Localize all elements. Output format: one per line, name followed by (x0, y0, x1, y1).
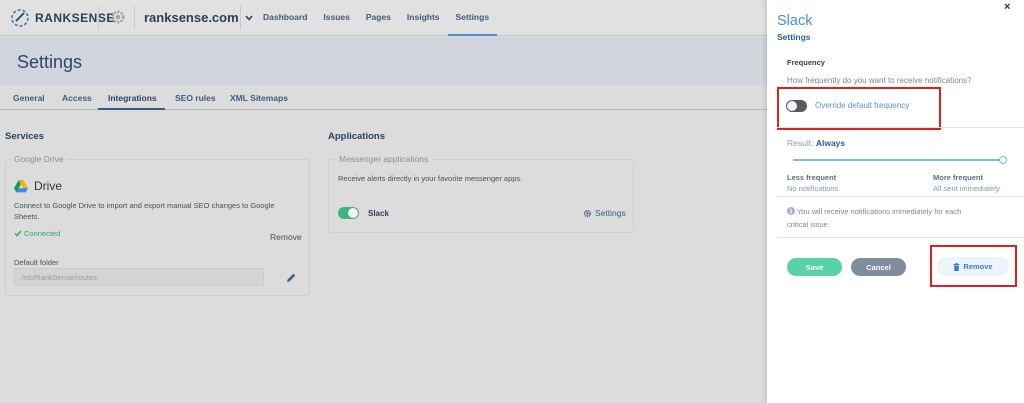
close-icon[interactable]: × (1004, 1, 1010, 13)
info-icon (787, 207, 795, 215)
slack-settings-label: Settings (595, 208, 626, 218)
tab-xml-sitemaps[interactable]: XML Sitemaps (230, 93, 288, 103)
drive-description: Connect to Google Drive to import and ex… (14, 200, 275, 222)
messenger-apps-legend: Messenger applications (336, 154, 432, 164)
gear-icon (583, 209, 592, 217)
save-button[interactable]: Save (787, 258, 842, 276)
nav-link-insights[interactable]: Insights (399, 0, 448, 36)
tab-access[interactable]: Access (62, 93, 92, 103)
nav-link-pages[interactable]: Pages (358, 0, 399, 36)
services-heading: Services (5, 131, 45, 142)
check-icon (14, 230, 22, 237)
default-folder-label: Default folder (14, 258, 59, 267)
more-frequent-info: More frequent All sent immediately (933, 172, 1000, 194)
panel-divider (777, 127, 1024, 128)
active-tab-indicator (98, 108, 165, 110)
less-frequent-title: Less frequent (787, 173, 837, 182)
pencil-icon[interactable] (284, 271, 298, 285)
nav-link-dashboard[interactable]: Dashboard (255, 0, 315, 36)
brand-logo[interactable]: RANKSENSE (10, 8, 115, 28)
slack-label: Slack (368, 209, 389, 218)
less-frequent-info: Less frequent No notifications (787, 172, 838, 194)
nav-divider (98, 6, 99, 30)
slack-settings-link[interactable]: Settings (583, 208, 626, 218)
chevron-down-icon (245, 15, 253, 21)
applications-heading: Applications (328, 131, 386, 142)
gear-icon[interactable] (110, 9, 126, 25)
frequency-question: How frequently do you want to receive no… (787, 76, 972, 85)
panel-divider (777, 196, 1024, 197)
drive-description-line: Sheets. (14, 212, 40, 221)
info-line: You will receive notifications immediate… (796, 207, 962, 216)
connected-label: Connected (24, 229, 61, 238)
result-value: Always (815, 138, 846, 148)
drive-description-line: Connect to Google Drive to import and ex… (14, 201, 275, 210)
override-frequency-toggle[interactable] (786, 100, 807, 112)
domain-label: ranksense.com (144, 10, 239, 25)
messenger-description: Receive alerts directly in your favorite… (338, 174, 523, 183)
messenger-apps-card (328, 159, 634, 233)
nav-links: Dashboard Issues Pages Insights Settings (255, 0, 498, 36)
connected-status: Connected (14, 229, 60, 238)
less-frequent-value: No notifications (787, 184, 839, 193)
remove-button[interactable]: Remove (937, 257, 1009, 276)
domain-selector[interactable]: ranksense.com (144, 10, 253, 25)
info-line: critical issue. (787, 220, 830, 229)
main-app: RANKSENSE ranksense.com Dashboard Issues… (0, 0, 767, 403)
cancel-button[interactable]: Cancel (851, 258, 906, 276)
frequency-slider-track[interactable] (793, 159, 1003, 161)
frequency-result: Result: Always (787, 138, 845, 148)
default-folder-input[interactable]: /etc/RankSense/routes (14, 268, 264, 286)
drive-title: Drive (14, 179, 62, 193)
drive-name: Drive (34, 179, 63, 193)
google-drive-icon (14, 179, 28, 192)
slack-toggle[interactable] (338, 207, 359, 219)
nav-divider (134, 6, 135, 30)
remove-button-label: Remove (963, 262, 993, 271)
page-title: Settings (17, 52, 83, 72)
nav-divider (240, 6, 241, 30)
frequency-slider-handle[interactable] (999, 156, 1007, 164)
result-label: Result: (787, 138, 814, 148)
nav-link-issues[interactable]: Issues (315, 0, 357, 36)
page-header (0, 37, 767, 85)
google-drive-legend: Google Drive (11, 154, 67, 164)
trash-icon (953, 262, 960, 271)
ranksense-logo-icon (11, 9, 29, 27)
tab-seo-rules[interactable]: SEO rules (175, 93, 216, 103)
nav-link-settings[interactable]: Settings (447, 0, 498, 36)
drive-remove-link[interactable]: Remove (270, 232, 302, 242)
top-navigation: RANKSENSE ranksense.com Dashboard Issues… (0, 0, 767, 36)
more-frequent-value: All sent immediately (933, 184, 1000, 193)
panel-title: Slack (777, 13, 813, 29)
override-frequency-label: Override default frequency (815, 101, 910, 110)
panel-subtitle: Settings (777, 32, 811, 42)
tab-integrations[interactable]: Integrations (108, 93, 157, 103)
brand-name: RANKSENSE (35, 11, 115, 25)
frequency-info: You will receive notifications immediate… (787, 205, 1012, 231)
panel-divider (777, 237, 1024, 238)
frequency-label: Frequency (787, 58, 825, 67)
more-frequent-title: More frequent (933, 173, 984, 182)
tab-general[interactable]: General (13, 93, 45, 103)
